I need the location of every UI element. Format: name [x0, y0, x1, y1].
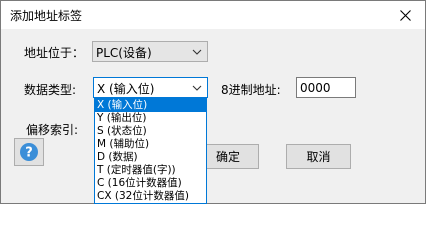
window-title: 添加地址标签	[10, 9, 83, 23]
close-icon	[399, 9, 411, 21]
cancel-button[interactable]: 取消	[286, 144, 351, 169]
dropdown-option-m[interactable]: M (辅助位)	[95, 138, 206, 151]
dropdown-option-d[interactable]: D (数据)	[95, 151, 206, 164]
dropdown-option-x[interactable]: X (输入位)	[95, 99, 206, 112]
dropdown-option-cx[interactable]: CX (32位计数器值)	[95, 190, 206, 203]
data-type-value: X (输入位)	[97, 82, 155, 96]
dropdown-option-c[interactable]: C (16位计数器值)	[95, 177, 206, 190]
offset-index-label: 偏移索引:	[26, 123, 79, 137]
help-glyph: ?	[25, 146, 33, 161]
data-type-label: 数据类型:	[24, 83, 77, 97]
address-location-label: 地址位于：	[24, 46, 85, 60]
chevron-down-icon	[192, 49, 202, 55]
dropdown-option-s[interactable]: S (状态位)	[95, 125, 206, 138]
help-icon: ?	[20, 143, 38, 161]
octal-address-input[interactable]	[297, 78, 355, 97]
octal-address-field[interactable]	[296, 77, 356, 98]
octal-address-label: 8进制地址:	[221, 83, 281, 97]
chevron-down-icon	[192, 85, 202, 91]
dropdown-option-t[interactable]: T (定时器值(字))	[95, 164, 206, 177]
help-button[interactable]: ?	[14, 138, 44, 166]
address-location-select[interactable]: PLC(设备)	[92, 41, 208, 62]
title-bar: 添加地址标签	[1, 1, 425, 29]
data-type-dropdown-list: X (输入位) Y (输出位) S (状态位) M (辅助位) D (数据) T…	[94, 98, 207, 204]
dropdown-option-y[interactable]: Y (输出位)	[95, 112, 206, 125]
address-location-value: PLC(设备)	[96, 46, 152, 60]
data-type-select[interactable]: X (输入位)	[93, 77, 208, 98]
add-address-label-dialog: 添加地址标签 地址位于： PLC(设备) 数据类型: X (输入位) 8进制地址…	[0, 0, 426, 204]
close-button[interactable]	[391, 4, 419, 26]
